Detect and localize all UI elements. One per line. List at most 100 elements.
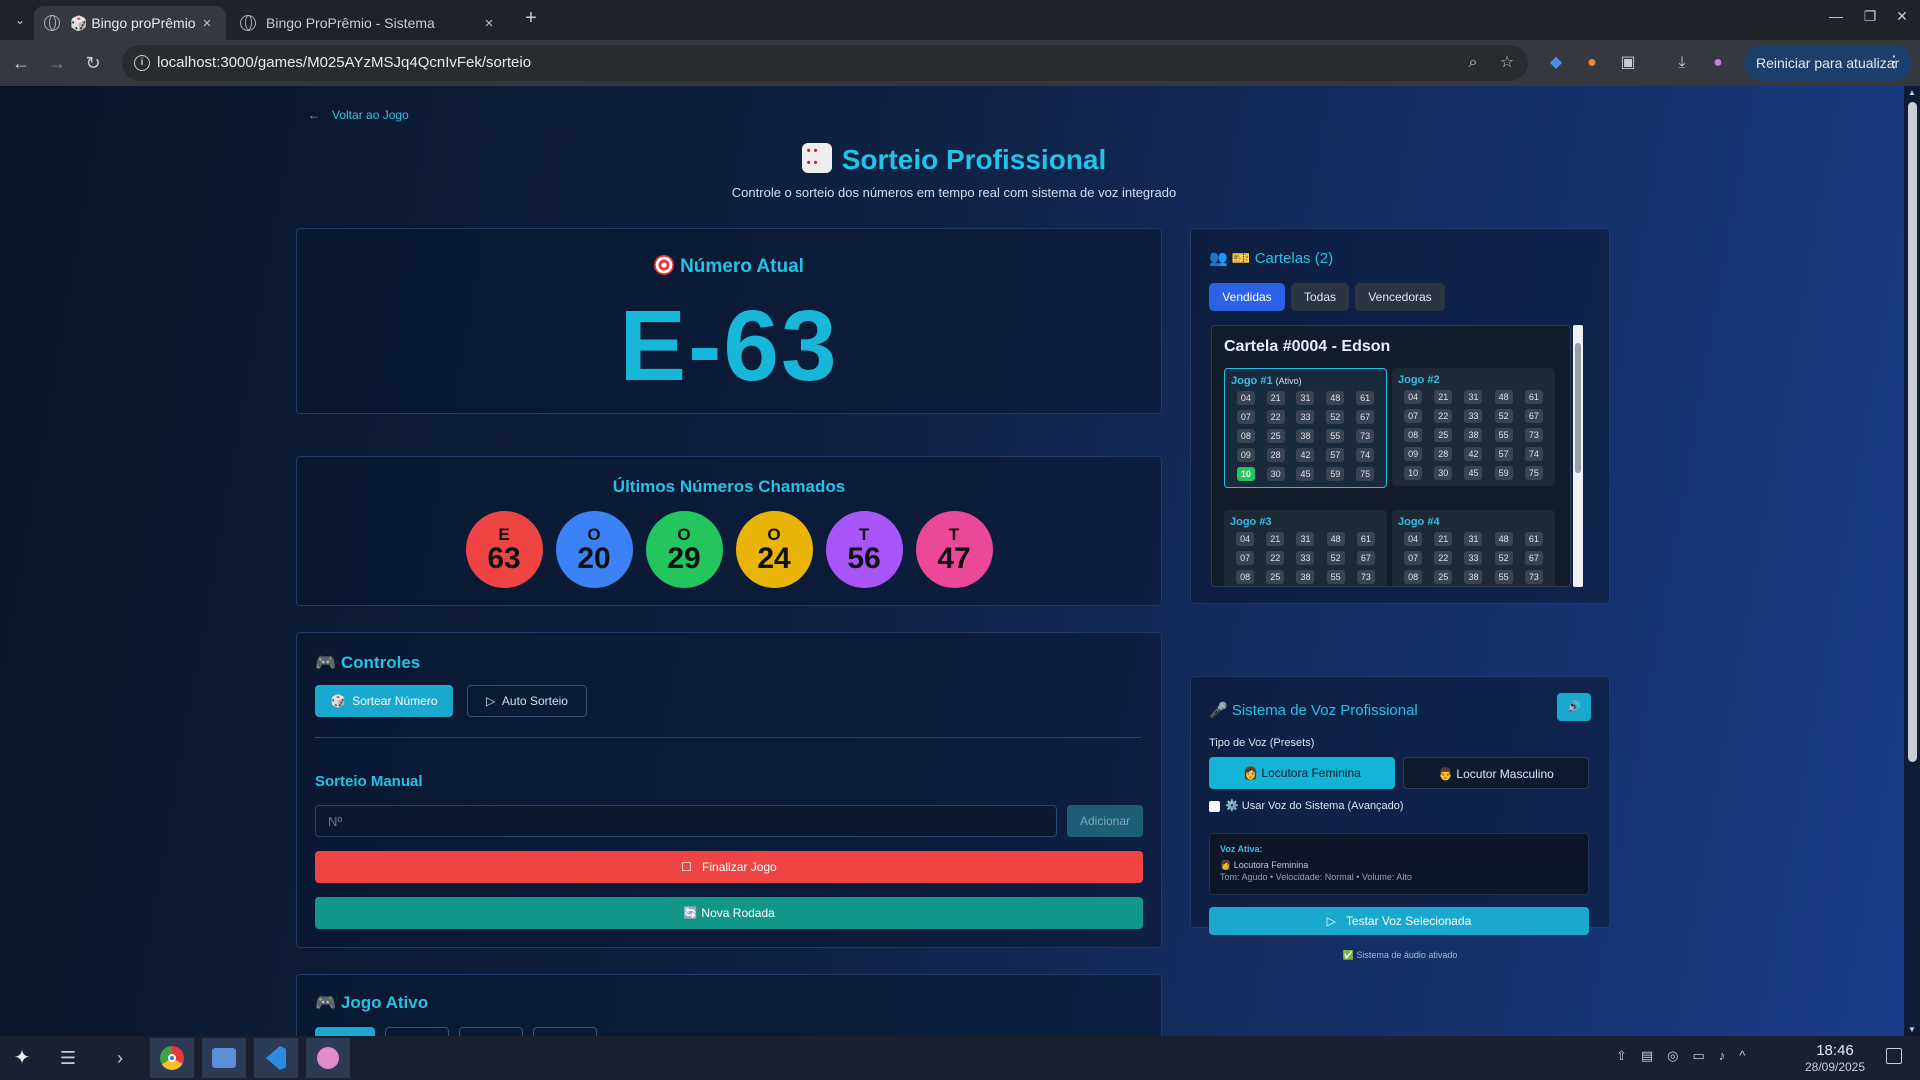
back-icon[interactable]: ← [8, 51, 34, 75]
settings-sliders-icon[interactable]: ☰ [56, 1046, 80, 1070]
bingo-cell: 38 [1296, 570, 1315, 584]
extension-icon[interactable]: ◆ [1544, 51, 1568, 75]
extension-icon[interactable]: ● [1580, 51, 1604, 75]
finish-game-label: Finalizar Jogo [702, 860, 777, 874]
bingo-cell: 22 [1434, 551, 1453, 565]
current-number: E-63 [619, 290, 839, 402]
game-numbers: 0421314861072233526708253855730928425774… [1398, 532, 1549, 586]
close-icon[interactable]: × [198, 15, 216, 32]
cartela-scrollbar[interactable] [1573, 325, 1583, 587]
game-numbers: 0421314861072233526708253855730928425774… [1230, 532, 1381, 586]
url-text[interactable]: localhost:3000/games/M025AYzMSJq4QcnIvFe… [157, 54, 531, 71]
minimize-icon[interactable]: — [1822, 8, 1850, 24]
manual-number-input[interactable] [315, 805, 1057, 837]
called-number-ball: O 24 [735, 511, 813, 588]
address-bar[interactable]: i localhost:3000/games/M025AYzMSJq4QcnIv… [122, 45, 1528, 81]
male-voice-button[interactable]: 👨 Locutor Masculino [1403, 757, 1589, 789]
tab-search-icon[interactable]: ⌄ [8, 9, 32, 31]
last-called-title: Últimos Números Chamados [612, 477, 846, 496]
auto-draw-button[interactable]: ▷ Auto Sorteio [467, 685, 587, 717]
bingo-cell: 67 [1356, 410, 1375, 424]
last-called-card: Últimos Números Chamados E 63 O 20 O 29 O 24 T 56… [296, 456, 1162, 606]
site-info-icon[interactable]: i [134, 55, 150, 71]
test-voice-button[interactable]: ▷ Testar Voz Selecionada [1209, 907, 1589, 935]
cartela-scroll-thumb[interactable] [1575, 343, 1581, 473]
app-icon [317, 1047, 339, 1069]
draw-number-label: Sortear Número [352, 694, 438, 708]
clock-date[interactable]: 28/09/2025 [1790, 1060, 1880, 1074]
draw-number-button[interactable]: 🎲 Sortear Número [315, 685, 453, 717]
bingo-cell: 22 [1266, 551, 1285, 565]
active-voice-label: Voz Ativa: [1220, 844, 1263, 854]
game-grid-1[interactable]: Jogo #1 (Ativo) 04 21 31 48 61 07 22 33 52 67 08 25… [1224, 368, 1387, 488]
terminal-icon[interactable]: › [108, 1046, 132, 1070]
bingo-cell: 33 [1296, 551, 1315, 565]
update-button[interactable]: Reiniciar para atualizar ⋮ [1744, 45, 1912, 81]
bingo-cell: 25 [1266, 429, 1285, 443]
add-number-button[interactable]: Adicionar [1067, 805, 1143, 837]
arrow-left-icon: ← [308, 108, 320, 122]
active-voice-name: 👩 Locutora Feminina [1220, 860, 1309, 870]
game-grid-2[interactable]: Jogo #2 04 21 31 48 61 07 22 33 52 67 08 25 38 55 73 09… [1392, 368, 1555, 486]
app-taskbar-item[interactable] [306, 1038, 350, 1078]
vscode-taskbar-item[interactable] [254, 1038, 298, 1078]
scroll-down-icon[interactable]: ▼ [1907, 1025, 1917, 1034]
bingo-cell: 61 [1524, 390, 1543, 404]
back-to-game-link[interactable]: ← Voltar ao Jogo [308, 108, 409, 122]
bingo-cell: 31 [1464, 532, 1483, 546]
notifications-icon[interactable] [1886, 1048, 1902, 1064]
profile-avatar[interactable]: ● [1706, 51, 1730, 75]
bingo-cell: 67 [1524, 409, 1543, 423]
menu-icon[interactable]: ⋮ [1886, 45, 1902, 81]
extensions-puzzle-icon[interactable]: ▣ [1616, 51, 1640, 75]
bingo-cell: 45 [1464, 466, 1483, 480]
download-icon[interactable]: ⤓ [1670, 51, 1694, 75]
game-tab[interactable] [385, 1027, 449, 1036]
dice-icon: 🎲 [330, 694, 346, 708]
game-grid-4[interactable]: Jogo #4 04213148610722335267082538557309… [1392, 510, 1555, 586]
bingo-cell: 61 [1524, 532, 1543, 546]
bingo-cell: 73 [1524, 570, 1543, 584]
reload-icon[interactable]: ↻ [80, 51, 106, 75]
browser-tab[interactable]: Bingo ProPrêmio - Sistema × [230, 6, 508, 40]
game-tab[interactable] [315, 1027, 375, 1036]
page-scrollbar[interactable]: ▲ ▼ [1904, 86, 1920, 1036]
system-voice-checkbox[interactable] [1209, 801, 1220, 812]
system-tray-icons[interactable]: ⇧▤◎▭♪^ [1616, 1048, 1816, 1068]
game-tab[interactable] [533, 1027, 597, 1036]
forward-icon[interactable]: → [44, 51, 70, 75]
scroll-up-icon[interactable]: ▲ [1907, 88, 1917, 97]
files-taskbar-item[interactable] [202, 1038, 246, 1078]
bookmark-star-icon[interactable]: ☆ [1496, 52, 1518, 74]
close-window-icon[interactable]: ✕ [1888, 8, 1916, 25]
new-round-button[interactable]: 🔄 Nova Rodada [315, 897, 1143, 929]
restore-icon[interactable]: ❐ [1856, 8, 1884, 25]
new-tab-button[interactable]: + [520, 8, 542, 30]
bingo-cell: 22 [1434, 409, 1453, 423]
ball-letter: E [498, 524, 510, 544]
filter-sold[interactable]: Vendidas [1209, 283, 1285, 311]
cartela-list[interactable]: Cartela #0004 - Edson Jogo #1 (Ativo) 04… [1211, 325, 1571, 587]
bingo-cell: 09 [1404, 447, 1423, 461]
finish-game-button[interactable]: ☐ Finalizar Jogo [315, 851, 1143, 883]
zoom-icon[interactable]: ⌕ [1462, 52, 1484, 74]
voice-card: 🎤 Sistema de Voz Profissional 🔊 Tipo de … [1190, 676, 1610, 935]
bingo-cell: 52 [1494, 551, 1513, 565]
page-scroll-thumb[interactable] [1908, 102, 1917, 762]
globe-icon [240, 15, 256, 31]
bingo-cell: 31 [1296, 391, 1315, 405]
speaker-icon[interactable]: 🔊 [1557, 693, 1591, 721]
bingo-cell: 74 [1524, 447, 1543, 461]
bingo-cell: 48 [1326, 532, 1345, 546]
launcher-icon[interactable]: ✦ [10, 1046, 34, 1070]
filter-winners[interactable]: Vencedoras [1355, 283, 1445, 311]
female-voice-button[interactable]: 👩 Locutora Feminina [1209, 757, 1395, 789]
filter-all[interactable]: Todas [1291, 283, 1349, 311]
clock-time[interactable]: 18:46 [1790, 1042, 1880, 1059]
bingo-cell: 07 [1236, 551, 1255, 565]
close-icon[interactable]: × [480, 15, 498, 32]
game-tab[interactable] [459, 1027, 523, 1036]
chrome-taskbar-item[interactable] [150, 1038, 194, 1078]
game-grid-3[interactable]: Jogo #3 04213148610722335267082538557309… [1224, 510, 1387, 586]
browser-tab-active[interactable]: 🎲 Bingo proPrêmio 🎲 × [34, 6, 226, 40]
